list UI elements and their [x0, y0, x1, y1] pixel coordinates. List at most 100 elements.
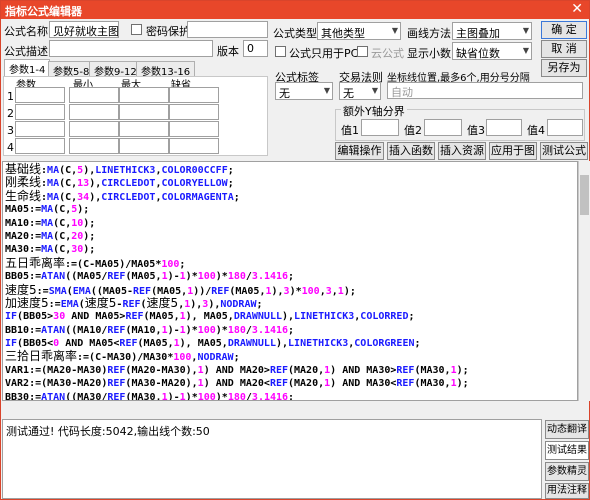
password-input[interactable] — [187, 21, 268, 38]
code-token: ); — [83, 230, 96, 242]
code-token: 速度5 — [5, 282, 37, 297]
param1-default-input[interactable] — [169, 87, 219, 103]
code-token: (MA30, — [414, 364, 451, 376]
code-token: ; — [288, 324, 295, 336]
code-token: (MA30-MA20), — [125, 378, 198, 390]
code-token: 3.1416 — [251, 324, 289, 336]
test-result-button[interactable]: 测试结果 — [545, 441, 589, 460]
code-token: BB30:= — [5, 391, 42, 401]
trade-rule-select[interactable]: 无 ▼ — [339, 82, 381, 100]
tab-params-1-4[interactable]: 参数1-4 — [4, 59, 51, 77]
code-token: MA30:= — [5, 244, 42, 256]
param2-max-input[interactable] — [119, 104, 169, 120]
code-token: (MA05, — [125, 271, 162, 283]
code-token: COLORGREEN — [354, 338, 415, 350]
code-token: (MA05, — [137, 338, 174, 350]
code-token: 刚柔线 — [5, 175, 42, 190]
param4-default-input[interactable] — [169, 138, 219, 154]
code-line: VAR1:=(MA20-MA30)REF(MA20-MA30),1) AND M… — [5, 364, 571, 377]
decimal-select[interactable]: 缺省位数 ▼ — [452, 42, 532, 60]
formula-tag-select[interactable]: 无 ▼ — [275, 82, 333, 100]
ok-button[interactable]: 确 定 — [541, 21, 587, 39]
param4-max-input[interactable] — [119, 138, 169, 154]
close-icon[interactable]: ✕ — [571, 1, 583, 17]
test-formula-button[interactable]: 测试公式 — [540, 142, 588, 160]
code-token: (MA05, — [151, 285, 188, 297]
code-line: BB30:=ATAN((MA30/REF(MA30,1)-1)*100)*180… — [5, 391, 571, 401]
code-token: ; — [227, 165, 234, 176]
dynamic-translate-button[interactable]: 动态翻译 — [545, 420, 589, 439]
code-token: ; — [414, 338, 421, 350]
insert-function-button[interactable]: 插入函数 — [387, 142, 435, 160]
tab-params-5-8[interactable]: 参数5-8 — [48, 61, 95, 78]
code-token: ; — [233, 191, 240, 203]
chevron-down-icon: ▼ — [522, 26, 529, 35]
code-line: MA20:=MA(C,20); — [5, 230, 571, 243]
code-editor[interactable]: 基础线:MA(C,5),LINETHICK3,COLOR00CCFF; 刚柔线:M… — [2, 161, 578, 401]
formula-type-select[interactable]: 其他类型 ▼ — [317, 22, 401, 40]
vertical-scrollbar[interactable] — [578, 161, 590, 401]
scrollbar-thumb[interactable] — [580, 175, 589, 215]
param1-max-input[interactable] — [119, 87, 169, 103]
usage-notes-button[interactable]: 用法注释 — [545, 483, 589, 499]
param2-default-input[interactable] — [169, 104, 219, 120]
formula-type-label: 公式类型 — [273, 27, 317, 40]
code-token: CIRCLEDOT — [101, 191, 156, 203]
password-checkbox[interactable] — [131, 24, 142, 35]
formula-desc-input[interactable] — [49, 40, 213, 57]
chevron-down-icon: ▼ — [522, 46, 529, 55]
cancel-button[interactable]: 取 消 — [541, 40, 587, 58]
window-title: 指标公式编辑器 — [5, 5, 82, 18]
code-token: (MA20-MA30), — [125, 364, 198, 376]
tab-params-13-16[interactable]: 参数13-16 — [136, 61, 196, 78]
code-token: ), — [208, 298, 221, 310]
code-token: (MA10, — [125, 324, 162, 336]
code-token: MA — [41, 217, 54, 229]
insert-resource-button[interactable]: 插入资源 — [438, 142, 486, 160]
formula-name-input[interactable]: 见好就收主图 — [49, 21, 119, 38]
code-line: 生命线:MA(C,34),CIRCLEDOT,COLORMAGENTA; — [5, 189, 571, 203]
param-wizard-button[interactable]: 参数精灵 — [545, 462, 589, 481]
param2-name-input[interactable] — [15, 104, 65, 120]
draw-method-select[interactable]: 主图叠加 ▼ — [452, 22, 532, 40]
param3-min-input[interactable] — [69, 121, 119, 137]
apply-to-chart-button[interactable]: 应用于图 — [489, 142, 537, 160]
value4-input[interactable] — [547, 119, 583, 136]
param4-name-input[interactable] — [15, 138, 65, 154]
code-token: (C, — [53, 204, 72, 216]
code-token: MA — [47, 191, 60, 203]
code-token: )* — [185, 391, 198, 401]
value1-input[interactable] — [361, 119, 399, 136]
code-token: 13 — [77, 178, 90, 190]
code-token: REF — [396, 364, 415, 376]
param1-name-input[interactable] — [15, 87, 65, 103]
code-token: ; — [256, 298, 263, 310]
edit-operation-button[interactable]: 编辑操作 — [335, 142, 384, 160]
code-token: ; — [288, 271, 295, 283]
param3-default-input[interactable] — [169, 121, 219, 137]
param3-name-input[interactable] — [15, 121, 65, 137]
version-input[interactable]: 0 — [243, 40, 268, 57]
pc-only-checkbox[interactable] — [275, 46, 286, 57]
code-token: 180 — [227, 324, 246, 336]
code-token: CIRCLEDOT — [101, 178, 156, 190]
param1-min-input[interactable] — [69, 87, 119, 103]
tab-params-9-12[interactable]: 参数9-12 — [89, 61, 142, 78]
param2-min-input[interactable] — [69, 104, 119, 120]
code-token: REF — [269, 364, 288, 376]
param3-max-input[interactable] — [119, 121, 169, 137]
coord-line-input[interactable]: 自动 — [387, 82, 583, 99]
code-token: ; — [179, 258, 186, 270]
code-token: (C, — [53, 217, 72, 229]
code-token: := — [48, 298, 61, 310]
save-as-button[interactable]: 另存为 — [541, 59, 587, 77]
code-token: COLOR00CCFF — [161, 165, 228, 176]
cloud-formula-checkbox[interactable] — [357, 46, 368, 57]
code-token: 100 — [197, 271, 216, 283]
value2-label: 值2 — [404, 124, 422, 137]
param4-min-input[interactable] — [69, 138, 119, 154]
value3-input[interactable] — [486, 119, 522, 136]
code-token: :=(C-MA30)/MA30* — [77, 352, 174, 364]
value2-input[interactable] — [424, 119, 462, 136]
code-token: )* — [185, 324, 198, 336]
